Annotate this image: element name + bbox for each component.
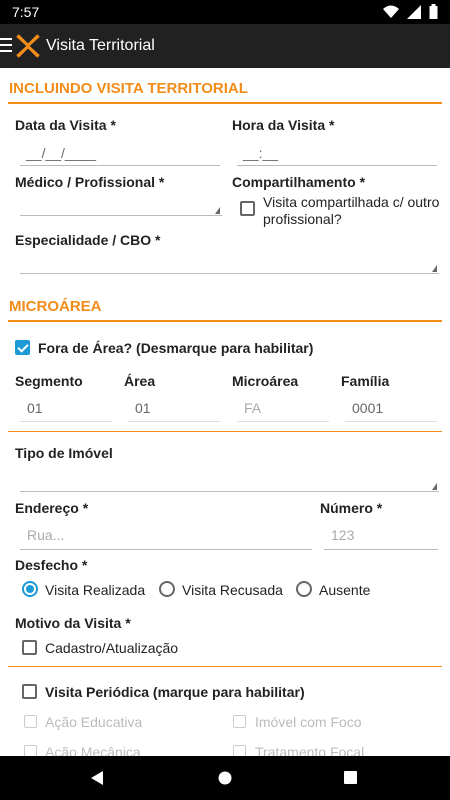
microarea-label: Microárea	[232, 373, 299, 389]
microarea-underline	[237, 421, 329, 422]
fora-area-checkbox[interactable]	[15, 340, 30, 355]
form-content: INCLUINDO VISITA TERRITORIAL Data da Vis…	[0, 68, 450, 756]
date-input[interactable]: __/__/____	[26, 145, 96, 161]
divider	[8, 431, 442, 432]
section-title-visita: INCLUINDO VISITA TERRITORIAL	[9, 80, 248, 97]
recents-icon[interactable]	[344, 771, 357, 784]
signal-icon	[407, 4, 421, 19]
dropdown-arrow-icon	[215, 207, 220, 214]
numero-input[interactable]: 123	[331, 527, 354, 543]
section-divider	[8, 102, 442, 104]
tipo-imovel-label: Tipo de Imóvel	[15, 445, 113, 461]
date-underline	[20, 165, 220, 166]
section-title-microarea: MICROÁREA	[9, 298, 102, 315]
navigation-bar	[0, 756, 450, 800]
desfecho-radio-recusada[interactable]	[159, 581, 175, 597]
endereco-label: Endereço *	[15, 500, 89, 516]
area-input[interactable]: 01	[135, 400, 151, 416]
time-input[interactable]: __:__	[243, 145, 278, 161]
dropdown-arrow-icon	[432, 483, 437, 490]
imovel-foco-checkbox[interactable]	[233, 715, 246, 728]
segmento-underline	[20, 421, 112, 422]
familia-label: Família	[341, 373, 390, 389]
medico-spinner[interactable]	[20, 192, 222, 216]
tratamento-focal-label: Tratamento Focal	[255, 744, 365, 756]
motivo-label: Motivo da Visita *	[15, 615, 131, 631]
acao-mecanica-label: Ação Mecânica	[45, 744, 141, 756]
tipo-imovel-underline	[20, 491, 439, 492]
segmento-label: Segmento	[15, 373, 83, 389]
time-label: Hora da Visita *	[232, 117, 335, 133]
fora-area-label: Fora de Área? (Desmarque para habilitar)	[38, 340, 314, 356]
endereco-underline	[20, 549, 312, 550]
status-bar: 7:57	[0, 0, 450, 24]
microarea-input[interactable]: FA	[244, 400, 261, 416]
imovel-foco-label: Imóvel com Foco	[255, 714, 362, 730]
back-icon[interactable]	[90, 770, 104, 786]
area-label: Área	[124, 373, 156, 389]
desfecho-recusada-label: Visita Recusada	[182, 582, 283, 598]
medico-label: Médico / Profissional *	[15, 174, 165, 190]
battery-icon	[429, 4, 438, 19]
desfecho-realizada-label: Visita Realizada	[45, 582, 146, 598]
especialidade-underline	[20, 273, 439, 274]
desfecho-label: Desfecho *	[15, 557, 88, 573]
tipo-imovel-spinner[interactable]	[20, 468, 439, 492]
segmento-input[interactable]: 01	[27, 400, 43, 416]
compart-checkbox-label: Visita compartilhada c/ outro profission…	[263, 194, 440, 227]
page-title: Visita Territorial	[46, 37, 155, 54]
numero-underline	[324, 549, 438, 550]
section-divider	[8, 320, 442, 322]
desfecho-radio-realizada[interactable]	[22, 581, 38, 597]
compart-label: Compartilhamento *	[232, 174, 366, 190]
tratamento-focal-checkbox[interactable]	[233, 745, 246, 756]
acao-educativa-checkbox[interactable]	[24, 715, 37, 728]
home-icon[interactable]	[218, 771, 232, 785]
desfecho-radio-ausente[interactable]	[296, 581, 312, 597]
motivo-cadastro-checkbox[interactable]	[22, 640, 37, 655]
wifi-icon	[383, 5, 399, 18]
medico-underline	[20, 215, 222, 216]
especialidade-label: Especialidade / CBO *	[15, 232, 161, 248]
area-underline	[128, 421, 220, 422]
dropdown-arrow-icon	[432, 265, 437, 272]
familia-underline	[345, 421, 437, 422]
status-time: 7:57	[12, 4, 40, 20]
familia-input[interactable]: 0001	[352, 400, 383, 416]
desfecho-ausente-label: Ausente	[319, 582, 371, 598]
app-bar: Visita Territorial	[0, 24, 450, 68]
motivo-cadastro-label: Cadastro/Atualização	[45, 640, 179, 656]
menu-icon[interactable]	[0, 38, 12, 52]
visita-periodica-checkbox[interactable]	[22, 684, 37, 699]
numero-label: Número *	[320, 500, 383, 516]
status-icons	[383, 4, 438, 19]
divider	[8, 666, 442, 667]
acao-mecanica-checkbox[interactable]	[24, 745, 37, 756]
endereco-input[interactable]: Rua...	[27, 527, 64, 543]
acao-educativa-label: Ação Educativa	[45, 714, 143, 730]
date-label: Data da Visita *	[15, 117, 116, 133]
visita-periodica-label: Visita Periódica (marque para habilitar)	[45, 684, 305, 700]
time-underline	[237, 165, 437, 166]
especialidade-spinner[interactable]	[20, 250, 439, 274]
compart-checkbox[interactable]	[240, 201, 255, 216]
app-logo-icon	[16, 34, 40, 58]
